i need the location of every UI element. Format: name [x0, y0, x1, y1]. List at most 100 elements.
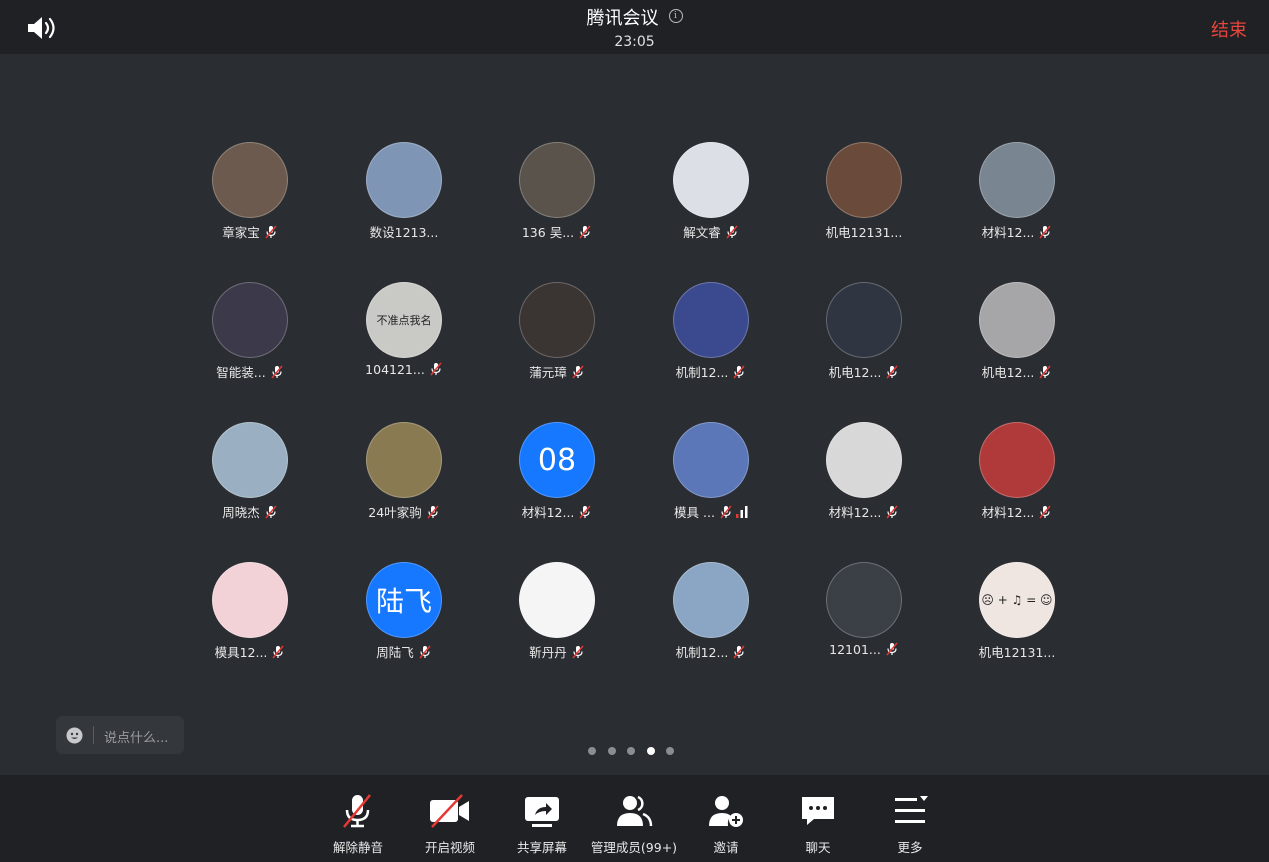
participant-name: 靳丹丹: [529, 645, 567, 660]
page-dot[interactable]: [646, 747, 655, 755]
avatar[interactable]: [979, 422, 1055, 498]
participant-tile[interactable]: 材料12...: [942, 142, 1092, 252]
avatar[interactable]: [826, 142, 902, 218]
avatar[interactable]: [366, 422, 442, 498]
avatar[interactable]: [212, 282, 288, 358]
mic-muted-icon: [579, 505, 591, 519]
avatar[interactable]: [826, 562, 902, 638]
avatar-initials: ☹ + ♫ = ☺: [981, 593, 1053, 607]
participant-tile[interactable]: 机制12...: [636, 282, 786, 392]
mic-muted-icon: [430, 362, 442, 376]
avatar[interactable]: [673, 282, 749, 358]
chat-button[interactable]: 聊天: [772, 791, 864, 857]
mic-muted-icon: [886, 505, 898, 519]
more-label: 更多: [897, 840, 923, 855]
participant-tile[interactable]: 136 吴...: [482, 142, 632, 252]
participant-tile[interactable]: 陆飞 周陆飞: [329, 562, 479, 672]
manage-members-button[interactable]: 管理成员(99+): [588, 791, 680, 857]
avatar-initials: 08: [537, 442, 577, 478]
participant-tile[interactable]: 智能装...: [175, 282, 325, 392]
participant-name-row: 模具 ...: [636, 502, 786, 521]
share-screen-icon: [525, 797, 559, 827]
mic-muted-icon: [579, 225, 591, 239]
participant-tile[interactable]: 机电12...: [942, 282, 1092, 392]
invite-label: 邀请: [713, 840, 739, 855]
avatar[interactable]: [826, 282, 902, 358]
unmute-button[interactable]: 解除静音: [312, 791, 404, 857]
members-icon: [617, 795, 653, 827]
page-dot[interactable]: [627, 747, 635, 755]
avatar[interactable]: [673, 562, 749, 638]
avatar[interactable]: 陆飞: [366, 562, 442, 638]
mic-muted-icon: [343, 794, 371, 828]
start-video-button[interactable]: 开启视频: [404, 791, 496, 857]
participant-name-row: 12101...: [789, 642, 939, 657]
participant-tile[interactable]: 章家宝: [175, 142, 325, 252]
participant-name: 数设1213...: [369, 225, 439, 240]
participant-tile[interactable]: 模具12...: [175, 562, 325, 672]
participant-name: 12101...: [829, 642, 881, 657]
mic-muted-icon: [271, 365, 283, 379]
share-screen-label: 共享屏幕: [516, 840, 567, 855]
participant-name-row: 机制12...: [636, 362, 786, 381]
participant-tile[interactable]: 08 材料12...: [482, 422, 632, 532]
avatar[interactable]: [979, 282, 1055, 358]
participant-tile[interactable]: 解文睿: [636, 142, 786, 252]
participant-name: 周晓杰: [222, 505, 260, 520]
participant-name-row: 解文睿: [636, 222, 786, 241]
avatar[interactable]: [519, 562, 595, 638]
avatar[interactable]: ☹ + ♫ = ☺: [979, 562, 1055, 638]
more-button[interactable]: 更多: [864, 791, 956, 857]
participant-tile[interactable]: 不准点我名 104121...: [329, 282, 479, 392]
participant-tile[interactable]: 12101...: [789, 562, 939, 672]
mic-muted-icon: [1039, 505, 1051, 519]
participant-name: 136 吴...: [521, 225, 575, 240]
avatar[interactable]: [366, 142, 442, 218]
avatar[interactable]: [979, 142, 1055, 218]
mic-muted-icon: [427, 505, 439, 519]
share-screen-button[interactable]: 共享屏幕: [496, 791, 588, 857]
participant-tile[interactable]: 机制12...: [636, 562, 786, 672]
participant-name-row: 机电12...: [789, 362, 939, 381]
participant-tile[interactable]: 模具 ...: [636, 422, 786, 532]
page-dot[interactable]: [588, 747, 596, 755]
participant-tile[interactable]: 机电12131...: [789, 142, 939, 252]
start-video-label: 开启视频: [424, 840, 475, 855]
avatar[interactable]: 不准点我名: [366, 282, 442, 358]
participant-name-row: 机制12...: [636, 642, 786, 661]
invite-icon: [709, 796, 743, 827]
avatar[interactable]: [519, 282, 595, 358]
avatar[interactable]: [212, 562, 288, 638]
participant-tile[interactable]: ☹ + ♫ = ☺ 机电12131...: [942, 562, 1092, 672]
chat-input[interactable]: 说点什么...: [56, 716, 184, 754]
page-dot[interactable]: [666, 747, 674, 755]
avatar[interactable]: [826, 422, 902, 498]
page-dot[interactable]: [607, 747, 616, 755]
participant-tile[interactable]: 数设1213...: [329, 142, 479, 252]
avatar[interactable]: [519, 142, 595, 218]
participant-tile[interactable]: 机电12...: [789, 282, 939, 392]
participant-name: 机电12131...: [825, 225, 903, 240]
avatar[interactable]: [673, 422, 749, 498]
participant-name: 机电12...: [828, 365, 882, 380]
camera-off-icon: [430, 794, 469, 828]
invite-button[interactable]: 邀请: [680, 791, 772, 857]
participant-name-row: 章家宝: [175, 222, 325, 241]
avatar[interactable]: [673, 142, 749, 218]
participant-tile[interactable]: 周晓杰: [175, 422, 325, 532]
participant-name-row: 靳丹丹: [482, 642, 632, 661]
avatar[interactable]: [212, 142, 288, 218]
avatar[interactable]: [212, 422, 288, 498]
smiley-icon[interactable]: [66, 727, 83, 744]
participant-tile[interactable]: 蒲元璋: [482, 282, 632, 392]
participant-tile[interactable]: 材料12...: [789, 422, 939, 532]
participant-name: 材料12...: [521, 505, 575, 520]
avatar[interactable]: 08: [519, 422, 595, 498]
participant-tile[interactable]: 24叶家驹: [329, 422, 479, 532]
participant-tile[interactable]: 靳丹丹: [482, 562, 632, 672]
chat-label: 聊天: [805, 840, 831, 855]
participant-tile[interactable]: 材料12...: [942, 422, 1092, 532]
participant-name: 104121...: [365, 362, 425, 377]
participant-name: 材料12...: [981, 505, 1035, 520]
participant-name-row: 材料12...: [942, 222, 1092, 241]
